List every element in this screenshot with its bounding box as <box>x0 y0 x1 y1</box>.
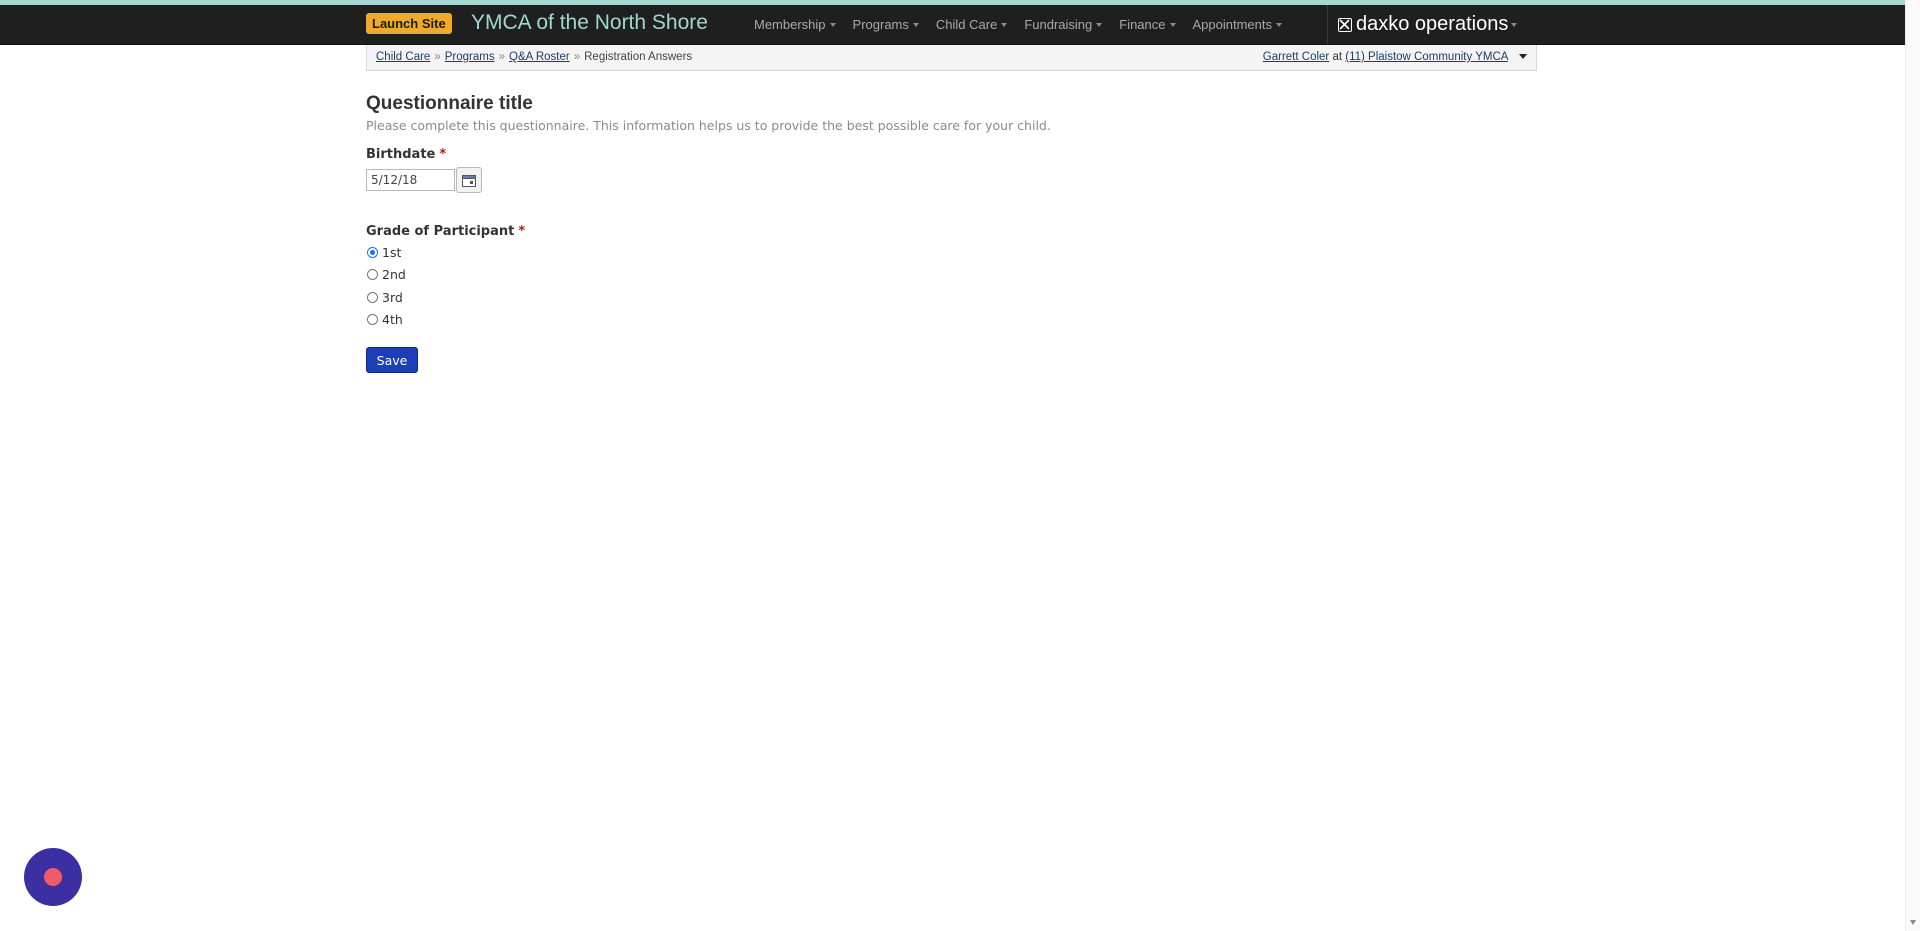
breadcrumb-child-care[interactable]: Child Care <box>376 51 430 63</box>
brand-title[interactable]: YMCA of the North Shore <box>471 11 708 35</box>
vertical-scrollbar[interactable] <box>1905 0 1920 931</box>
menu-finance[interactable]: Finance <box>1119 5 1176 44</box>
menu-membership[interactable]: Membership <box>754 5 836 44</box>
birthdate-field: Birthdate * <box>366 147 1537 193</box>
caret-down-icon <box>1276 22 1282 27</box>
form-description: Please complete this questionnaire. This… <box>366 118 1051 133</box>
menu-child-care[interactable]: Child Care <box>936 5 1008 44</box>
breadcrumb-separator: » <box>434 51 441 63</box>
grade-options: 1st 2nd 3rd 4th <box>366 241 1537 331</box>
daxko-logo-icon <box>1338 17 1352 32</box>
grade-option-2nd[interactable]: 2nd <box>366 264 1537 287</box>
calendar-icon <box>462 174 476 187</box>
caret-down-icon <box>829 22 836 27</box>
radio-selected[interactable] <box>367 246 378 258</box>
grade-field: Grade of Participant * 1st 2nd 3rd 4th <box>366 224 1537 331</box>
radio-unselected[interactable] <box>367 291 378 303</box>
caret-down-icon <box>1096 22 1103 27</box>
birthdate-label: Birthdate * <box>366 147 447 162</box>
caret-down-icon <box>912 22 919 27</box>
user-location-info: Garrett Coler at (11) Plaistow Community… <box>1263 51 1527 63</box>
breadcrumb: Child Care» Programs» Q&A Roster» Registrat… <box>376 51 692 63</box>
breadcrumb-programs[interactable]: Programs <box>445 51 495 63</box>
page-title: Questionnaire title <box>366 93 533 114</box>
navbar-inner: Launch Site YMCA of the North Shore Memb… <box>366 5 1537 44</box>
breadcrumb-separator: » <box>573 51 581 63</box>
top-navbar: Launch Site YMCA of the North Shore Memb… <box>0 5 1905 45</box>
birthdate-row <box>366 167 1537 193</box>
product-switcher[interactable]: daxko operations <box>1327 5 1537 44</box>
birthdate-input[interactable] <box>366 169 455 191</box>
required-marker: * <box>518 224 526 239</box>
grade-label: Grade of Participant * <box>366 224 526 239</box>
location-dropdown-icon[interactable] <box>1519 54 1527 60</box>
scroll-down-arrow-icon[interactable] <box>1910 920 1916 925</box>
breadcrumb-bar: Child Care» Programs» Q&A Roster» Registrat… <box>366 45 1537 71</box>
grade-option-1st[interactable]: 1st <box>366 241 1537 264</box>
calendar-button[interactable] <box>456 167 482 193</box>
required-marker: * <box>439 147 447 162</box>
breadcrumb-qa-roster[interactable]: Q&A Roster <box>509 51 570 63</box>
radio-unselected[interactable] <box>367 314 378 326</box>
chat-icon <box>44 868 62 886</box>
product-name: daxko operations <box>1356 13 1509 35</box>
menu-fundraising[interactable]: Fundraising <box>1024 5 1103 44</box>
breadcrumb-separator: » <box>498 51 505 63</box>
grade-option-4th[interactable]: 4th <box>366 309 1537 332</box>
user-at-text: at <box>1332 51 1343 63</box>
radio-unselected[interactable] <box>367 269 378 281</box>
chat-launcher-button[interactable] <box>24 848 82 906</box>
breadcrumb-current: Registration Answers <box>584 51 693 63</box>
location-link[interactable]: (11) Plaistow Community YMCA <box>1345 51 1508 63</box>
questionnaire-form: Questionnaire title Please complete this… <box>366 93 1537 373</box>
menu-appointments[interactable]: Appointments <box>1193 5 1282 44</box>
caret-down-icon <box>1511 22 1518 27</box>
save-button[interactable]: Save <box>366 347 418 373</box>
caret-down-icon <box>1169 22 1176 27</box>
main-menu: Membership Programs Child Care Fundraisi… <box>754 5 1299 44</box>
launch-site-button[interactable]: Launch Site <box>366 13 452 34</box>
user-name-link[interactable]: Garrett Coler <box>1263 51 1329 63</box>
menu-programs[interactable]: Programs <box>853 5 919 44</box>
caret-down-icon <box>1001 22 1008 27</box>
grade-option-3rd[interactable]: 3rd <box>366 286 1537 309</box>
form-actions: Save <box>366 347 1537 373</box>
